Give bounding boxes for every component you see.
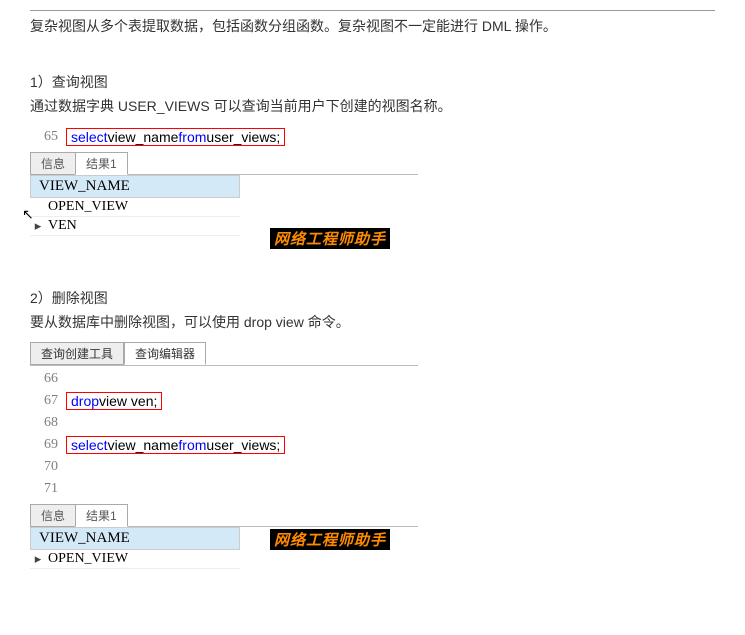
code-line-65: 65 select view_name from user_views; [30,126,418,148]
sql-text: view_name [108,129,179,145]
row-indicator-icon: ▸ [30,218,46,234]
result-grid-1: VIEW_NAME OPEN_VIEW ▸ VEN [30,175,418,236]
line-number: 70 [30,459,66,475]
section2-desc: 要从数据库中删除视图，可以使用 drop view 命令。 [30,312,715,332]
section2-heading: 2）删除视图 [30,288,715,308]
cell-value: VEN [46,218,77,234]
tab-query-editor[interactable]: 查询编辑器 [124,342,206,365]
line-number: 68 [30,415,66,431]
sql-text: view ven; [99,393,157,409]
section1-desc: 通过数据字典 USER_VIEWS 可以查询当前用户下创建的视图名称。 [30,96,715,116]
line-number: 69 [30,437,66,453]
sql-text: view_name [108,437,179,453]
watermark: 网络工程师助手 [270,228,390,249]
intro-text: 复杂视图从多个表提取数据，包括函数分组函数。复杂视图不一定能进行 DML 操作。 [30,10,715,37]
code-line-70: 70 [30,456,418,478]
cell-value: OPEN_VIEW [46,551,128,567]
line-number: 67 [30,393,66,409]
column-header[interactable]: VIEW_NAME [30,175,240,198]
keyword-from: from [178,129,206,145]
code-line-69: 69 select view_name from user_views; [30,434,418,456]
cell-value: OPEN_VIEW [46,199,128,215]
code-line-71: 71 [30,478,418,500]
result-tabs-2: 信息 结果1 [30,504,418,527]
line-number: 66 [30,371,66,387]
screenshot-1: 65 select view_name from user_views; 信息 … [30,126,418,258]
code-area-1: 65 select view_name from user_views; [30,126,418,148]
keyword-from: from [178,437,206,453]
table-row[interactable]: OPEN_VIEW [30,198,240,217]
tab-result1[interactable]: 结果1 [75,504,128,527]
section1-heading: 1）查询视图 [30,72,715,92]
column-header[interactable]: VIEW_NAME [30,527,240,550]
highlight-box: select view_name from user_views; [66,128,285,146]
result-tabs-1: 信息 结果1 [30,152,418,175]
tab-info[interactable]: 信息 [30,152,75,175]
code-area-2: 66 67 drop view ven; 68 69 select view_n… [30,365,418,500]
code-line-67: 67 drop view ven; [30,390,418,412]
tab-query-builder[interactable]: 查询创建工具 [30,342,124,365]
row-indicator-icon: ▸ [30,551,46,567]
tab-result1[interactable]: 结果1 [75,152,128,175]
table-row[interactable]: ▸ OPEN_VIEW [30,550,240,569]
code-line-66: 66 [30,368,418,390]
keyword-select: select [71,437,108,453]
keyword-drop: drop [71,393,99,409]
line-number: 65 [30,129,66,145]
highlight-box: select view_name from user_views; [66,436,285,454]
line-number: 71 [30,481,66,497]
sql-text: user_views; [206,437,280,453]
keyword-select: select [71,129,108,145]
watermark: 网络工程师助手 [270,529,390,550]
sql-text: user_views; [206,129,280,145]
tab-info[interactable]: 信息 [30,504,75,527]
highlight-box: drop view ven; [66,392,162,410]
screenshot-2: 查询创建工具 查询编辑器 66 67 drop view ven; 68 69 … [30,342,418,552]
code-line-68: 68 [30,412,418,434]
editor-tabs: 查询创建工具 查询编辑器 [30,342,418,365]
table-row[interactable]: ▸ VEN [30,217,240,236]
